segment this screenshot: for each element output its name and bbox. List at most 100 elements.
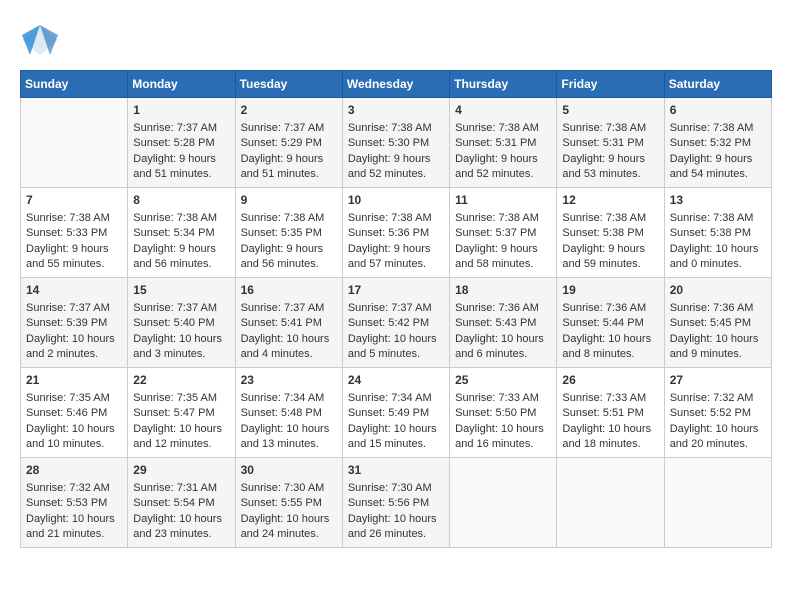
day-info-line: and 58 minutes. <box>455 257 551 272</box>
day-info-line: Sunset: 5:45 PM <box>670 316 766 331</box>
day-number: 24 <box>348 372 444 389</box>
day-info-line: Daylight: 9 hours <box>241 242 337 257</box>
day-info-line: Sunrise: 7:32 AM <box>670 391 766 406</box>
day-number: 31 <box>348 462 444 479</box>
day-info-line: Sunset: 5:46 PM <box>26 406 122 421</box>
day-number: 11 <box>455 192 551 209</box>
day-info-line: Sunset: 5:44 PM <box>562 316 658 331</box>
day-info-line: Sunrise: 7:38 AM <box>455 121 551 136</box>
calendar-cell: 30Sunrise: 7:30 AMSunset: 5:55 PMDayligh… <box>235 458 342 548</box>
calendar-cell: 31Sunrise: 7:30 AMSunset: 5:56 PMDayligh… <box>342 458 449 548</box>
calendar-week-2: 7Sunrise: 7:38 AMSunset: 5:33 PMDaylight… <box>21 188 772 278</box>
day-info-line: Daylight: 10 hours <box>26 422 122 437</box>
day-info-line: and 9 minutes. <box>670 347 766 362</box>
day-info-line: Sunset: 5:35 PM <box>241 226 337 241</box>
day-info-line: Sunrise: 7:38 AM <box>348 121 444 136</box>
calendar-cell: 14Sunrise: 7:37 AMSunset: 5:39 PMDayligh… <box>21 278 128 368</box>
logo-icon <box>20 20 60 60</box>
calendar-cell: 10Sunrise: 7:38 AMSunset: 5:36 PMDayligh… <box>342 188 449 278</box>
day-info-line: Sunrise: 7:38 AM <box>241 211 337 226</box>
day-info-line: and 26 minutes. <box>348 527 444 542</box>
calendar-cell: 21Sunrise: 7:35 AMSunset: 5:46 PMDayligh… <box>21 368 128 458</box>
calendar-cell <box>450 458 557 548</box>
day-info-line: and 10 minutes. <box>26 437 122 452</box>
day-info-line: Daylight: 10 hours <box>26 332 122 347</box>
day-info-line: Sunset: 5:48 PM <box>241 406 337 421</box>
day-info-line: and 59 minutes. <box>562 257 658 272</box>
day-number: 6 <box>670 102 766 119</box>
day-info-line: Sunset: 5:47 PM <box>133 406 229 421</box>
day-info-line: Daylight: 10 hours <box>241 332 337 347</box>
day-info-line: Daylight: 9 hours <box>562 242 658 257</box>
day-info-line: Sunrise: 7:36 AM <box>670 301 766 316</box>
day-info-line: and 5 minutes. <box>348 347 444 362</box>
day-info-line: Sunset: 5:34 PM <box>133 226 229 241</box>
day-info-line: Sunset: 5:28 PM <box>133 136 229 151</box>
header-row: SundayMondayTuesdayWednesdayThursdayFrid… <box>21 71 772 98</box>
day-number: 22 <box>133 372 229 389</box>
day-info-line: Daylight: 10 hours <box>670 332 766 347</box>
day-info-line: and 15 minutes. <box>348 437 444 452</box>
calendar-cell: 12Sunrise: 7:38 AMSunset: 5:38 PMDayligh… <box>557 188 664 278</box>
day-info-line: and 20 minutes. <box>670 437 766 452</box>
day-info-line: and 54 minutes. <box>670 167 766 182</box>
day-info-line: Sunrise: 7:38 AM <box>348 211 444 226</box>
day-info-line: Daylight: 9 hours <box>133 152 229 167</box>
day-info-line: Daylight: 10 hours <box>133 512 229 527</box>
day-info-line: and 57 minutes. <box>348 257 444 272</box>
day-info-line: Sunrise: 7:30 AM <box>241 481 337 496</box>
day-info-line: Sunset: 5:31 PM <box>455 136 551 151</box>
day-info-line: Daylight: 9 hours <box>455 152 551 167</box>
day-info-line: Sunset: 5:32 PM <box>670 136 766 151</box>
day-info-line: Sunset: 5:41 PM <box>241 316 337 331</box>
day-number: 5 <box>562 102 658 119</box>
day-info-line: Sunset: 5:56 PM <box>348 496 444 511</box>
day-info-line: Sunrise: 7:31 AM <box>133 481 229 496</box>
day-info-line: and 55 minutes. <box>26 257 122 272</box>
calendar-cell: 6Sunrise: 7:38 AMSunset: 5:32 PMDaylight… <box>664 98 771 188</box>
day-info-line: Sunset: 5:30 PM <box>348 136 444 151</box>
day-info-line: Sunset: 5:43 PM <box>455 316 551 331</box>
calendar-week-5: 28Sunrise: 7:32 AMSunset: 5:53 PMDayligh… <box>21 458 772 548</box>
day-number: 1 <box>133 102 229 119</box>
calendar-week-4: 21Sunrise: 7:35 AMSunset: 5:46 PMDayligh… <box>21 368 772 458</box>
day-info-line: and 56 minutes. <box>133 257 229 272</box>
day-info-line: Sunset: 5:39 PM <box>26 316 122 331</box>
day-info-line: Daylight: 10 hours <box>562 332 658 347</box>
calendar-cell: 28Sunrise: 7:32 AMSunset: 5:53 PMDayligh… <box>21 458 128 548</box>
logo <box>20 20 66 60</box>
header-day-monday: Monday <box>128 71 235 98</box>
day-number: 16 <box>241 282 337 299</box>
calendar-cell <box>557 458 664 548</box>
page-header <box>20 20 772 60</box>
day-info-line: and 13 minutes. <box>241 437 337 452</box>
day-number: 12 <box>562 192 658 209</box>
calendar-cell: 18Sunrise: 7:36 AMSunset: 5:43 PMDayligh… <box>450 278 557 368</box>
calendar-cell: 3Sunrise: 7:38 AMSunset: 5:30 PMDaylight… <box>342 98 449 188</box>
day-info-line: Daylight: 10 hours <box>348 332 444 347</box>
calendar-cell: 20Sunrise: 7:36 AMSunset: 5:45 PMDayligh… <box>664 278 771 368</box>
header-day-wednesday: Wednesday <box>342 71 449 98</box>
day-info-line: Sunset: 5:52 PM <box>670 406 766 421</box>
day-info-line: Sunset: 5:29 PM <box>241 136 337 151</box>
calendar-cell: 8Sunrise: 7:38 AMSunset: 5:34 PMDaylight… <box>128 188 235 278</box>
day-info-line: Daylight: 10 hours <box>348 512 444 527</box>
day-info-line: Sunrise: 7:37 AM <box>241 301 337 316</box>
calendar-cell: 24Sunrise: 7:34 AMSunset: 5:49 PMDayligh… <box>342 368 449 458</box>
day-info-line: Daylight: 9 hours <box>348 152 444 167</box>
calendar-cell: 29Sunrise: 7:31 AMSunset: 5:54 PMDayligh… <box>128 458 235 548</box>
day-number: 8 <box>133 192 229 209</box>
day-info-line: and 23 minutes. <box>133 527 229 542</box>
day-info-line: Sunrise: 7:37 AM <box>348 301 444 316</box>
day-info-line: Sunset: 5:50 PM <box>455 406 551 421</box>
day-info-line: and 18 minutes. <box>562 437 658 452</box>
day-info-line: and 24 minutes. <box>241 527 337 542</box>
calendar-cell: 16 Sunrise: 7:37 AMSunset: 5:41 PMDayligh… <box>235 278 342 368</box>
day-number: 7 <box>26 192 122 209</box>
day-info-line: and 51 minutes. <box>241 167 337 182</box>
calendar-cell: 17Sunrise: 7:37 AMSunset: 5:42 PMDayligh… <box>342 278 449 368</box>
day-info-line: Sunrise: 7:36 AM <box>455 301 551 316</box>
day-info-line: Daylight: 10 hours <box>562 422 658 437</box>
day-number: 2 <box>241 102 337 119</box>
day-info-line: and 16 minutes. <box>455 437 551 452</box>
